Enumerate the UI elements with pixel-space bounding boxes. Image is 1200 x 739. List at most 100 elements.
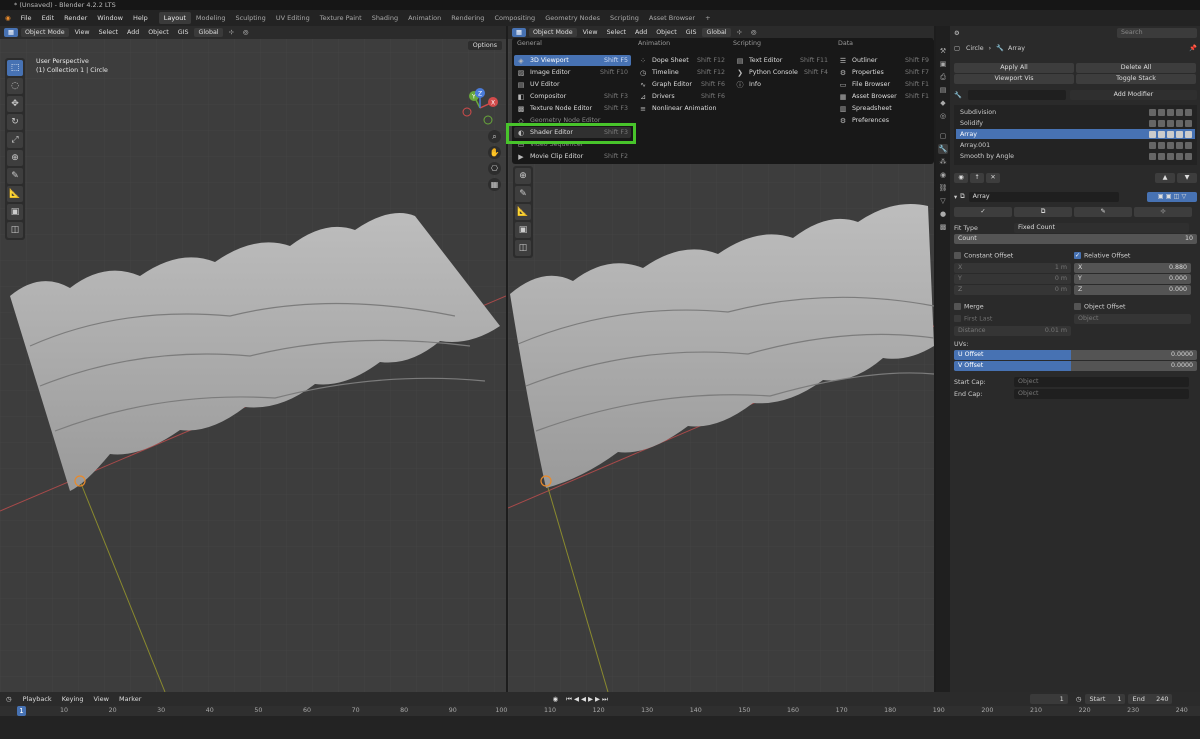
chevron-down-icon[interactable]: ▼ — [1177, 173, 1197, 183]
menu-window[interactable]: Window — [92, 14, 128, 22]
proportional-edit-icon[interactable]: ◎ — [240, 29, 252, 36]
gizmo-x-label[interactable]: X — [491, 100, 495, 107]
extra-options-icon[interactable]: ⊹ — [1134, 207, 1192, 217]
menu-render[interactable]: Render — [59, 14, 92, 22]
list-item[interactable]: Array.001 — [956, 140, 1195, 150]
editor-type-properties-icon[interactable]: ⚙ — [954, 30, 960, 37]
tab-modeling[interactable]: Modeling — [191, 12, 231, 24]
viewport-right-menu-object[interactable]: Object — [653, 29, 680, 36]
relative-offset-z[interactable]: Z 0.000 — [1074, 285, 1191, 295]
current-frame-field[interactable]: 1 — [1029, 694, 1068, 704]
cursor-tool-icon[interactable]: ◌ — [7, 78, 23, 94]
mode-select-right[interactable]: Object Mode — [528, 28, 577, 37]
menu-item-texture-node-editor[interactable]: ▩ Texture Node Editor Shift F3 — [514, 103, 631, 114]
apply-all-button[interactable]: Apply All — [954, 63, 1074, 73]
constraints-tab-icon[interactable]: ⛓ — [938, 183, 948, 193]
render-tab-icon[interactable]: ▣ — [938, 59, 948, 69]
end-frame-field[interactable]: End 240 — [1128, 694, 1173, 704]
relative-offset-x[interactable]: X 0.880 — [1074, 263, 1191, 273]
orientation-select-right[interactable]: Global — [702, 28, 731, 37]
pan-hand-icon[interactable]: ✋ — [488, 146, 501, 159]
proportional-edit-right-icon[interactable]: ◎ — [748, 29, 760, 36]
output-tab-icon[interactable]: ⎙ — [938, 72, 948, 82]
snap-right-icon[interactable]: ⊹ — [734, 29, 745, 36]
constant-offset-z[interactable]: Z0 m — [954, 285, 1071, 295]
viewport-menu-object[interactable]: Object — [145, 29, 172, 36]
chevron-up-icon[interactable]: ▲ — [1155, 173, 1175, 183]
menu-item-drivers[interactable]: ⊿ Drivers Shift F6 — [636, 91, 728, 102]
menu-item-properties[interactable]: ⚙ Properties Shift F7 — [836, 67, 932, 78]
view-layer-tab-icon[interactable]: ▤ — [938, 85, 948, 95]
editor-type-button-right[interactable]: ▦ — [512, 28, 526, 37]
count-field[interactable]: Count 10 — [954, 234, 1197, 244]
tab-uv-editing[interactable]: UV Editing — [271, 12, 315, 24]
menu-item-file-browser[interactable]: ▭ File Browser Shift F1 — [836, 79, 932, 90]
end-cap-field[interactable]: Object — [1014, 389, 1189, 399]
zoom-icon[interactable]: ⌕ — [488, 130, 501, 143]
viewport-menu-add[interactable]: Add — [124, 29, 142, 36]
menu-item-movie-clip-editor[interactable]: ▶ Movie Clip Editor Shift F2 — [514, 151, 631, 162]
playback-controls-icon[interactable]: ⏮◀◀▶▶⏭ — [566, 695, 610, 704]
offset-object-field[interactable]: Object — [1074, 314, 1191, 324]
menu-item-python-console[interactable]: ❯ Python Console Shift F4 — [733, 67, 831, 78]
gis-menu[interactable]: GIS — [175, 29, 192, 36]
pin-modifier-icon[interactable]: ✎ — [1074, 207, 1132, 217]
merge-checkbox[interactable] — [954, 303, 961, 311]
menu-item-video-sequencer[interactable]: ▭ Video Sequencer — [514, 139, 631, 150]
transform-tool-icon[interactable]: ⊕ — [7, 150, 23, 166]
viewport-left[interactable]: ▦ Object Mode View Select Add Object GIS… — [0, 26, 506, 692]
menu-item-spreadsheet[interactable]: ▥ Spreadsheet — [836, 103, 932, 114]
move-tool-icon[interactable]: ✥ — [7, 96, 23, 112]
properties-search-input[interactable]: Search — [1117, 28, 1197, 38]
constant-offset-y[interactable]: Y0 m — [954, 274, 1071, 284]
tab-rendering[interactable]: Rendering — [446, 12, 489, 24]
tab-compositing[interactable]: Compositing — [489, 12, 540, 24]
menu-item-timeline[interactable]: ◷ Timeline Shift F12 — [636, 67, 728, 78]
tab-texture-paint[interactable]: Texture Paint — [315, 12, 367, 24]
menu-item-uv-editor[interactable]: ▤ UV Editor — [514, 79, 631, 90]
eye-icon[interactable]: ◉ — [954, 173, 968, 183]
start-frame-field[interactable]: Start 1 — [1085, 694, 1126, 704]
add-mesh-tool-icon[interactable]: ◫ — [7, 222, 23, 238]
menu-item-shader-editor[interactable]: ◐ Shader Editor Shift F3 — [514, 127, 631, 138]
tab-scripting[interactable]: Scripting — [605, 12, 644, 24]
scene-tab-icon[interactable]: ◆ — [938, 98, 948, 108]
menu-edit[interactable]: Edit — [37, 14, 60, 22]
add-mesh-tool-right-icon[interactable]: ◫ — [515, 240, 531, 256]
constant-offset-x[interactable]: X1 m — [954, 263, 1071, 273]
menu-help[interactable]: Help — [128, 14, 153, 22]
current-frame-indicator[interactable]: 1 — [17, 706, 26, 716]
start-cap-field[interactable]: Object — [1014, 377, 1189, 387]
orientation-select[interactable]: Global — [194, 28, 223, 37]
texture-tab-icon[interactable]: ▩ — [938, 222, 948, 232]
timeline-menu-view[interactable]: View — [89, 695, 114, 703]
menu-item-compositor[interactable]: ◧ Compositor Shift F3 — [514, 91, 631, 102]
relative-offset-y[interactable]: Y 0.000 — [1074, 274, 1191, 284]
add-cube-tool-icon[interactable]: ▣ — [7, 204, 23, 220]
viewport-menu-view[interactable]: View — [72, 29, 93, 36]
gizmo-z-label[interactable]: Z — [478, 91, 482, 98]
snap-icon[interactable]: ⊹ — [226, 29, 237, 36]
collapse-arrow-icon[interactable]: ▾ — [954, 194, 957, 201]
relative-offset-checkbox[interactable]: ✓ — [1074, 252, 1081, 260]
object-tab-icon[interactable]: ▢ — [938, 131, 948, 141]
delete-all-button[interactable]: Delete All — [1076, 63, 1196, 73]
menu-item-info[interactable]: ⓘ Info — [733, 79, 831, 90]
menu-item-graph-editor[interactable]: ∿ Graph Editor Shift F6 — [636, 79, 728, 90]
annotate-tool-right-icon[interactable]: ✎ — [515, 186, 531, 202]
camera-view-icon[interactable]: ⎔ — [488, 162, 501, 175]
list-item[interactable]: Smooth by Angle — [956, 151, 1195, 161]
first-last-checkbox[interactable] — [954, 315, 961, 323]
menu-item-dope-sheet[interactable]: ⁘ Dope Sheet Shift F12 — [636, 55, 728, 66]
menu-file[interactable]: File — [16, 14, 37, 22]
particles-tab-icon[interactable]: ⁂ — [938, 157, 948, 167]
merge-distance-field[interactable]: Distance 0.01 m — [954, 326, 1071, 336]
tab-sculpting[interactable]: Sculpting — [230, 12, 270, 24]
tab-geometry-nodes[interactable]: Geometry Nodes — [540, 12, 605, 24]
menu-item-preferences[interactable]: ⚙ Preferences — [836, 115, 932, 126]
menu-item-3d-viewport[interactable]: ◈ 3D Viewport Shift F5 — [514, 55, 631, 66]
timeline-menu-marker[interactable]: Marker — [114, 695, 146, 703]
timeline-menu-playback[interactable]: Playback — [18, 695, 57, 703]
tab-shading[interactable]: Shading — [367, 12, 403, 24]
modifier-visibility-toggles[interactable]: ▣ ▣ ◫ ▽ — [1147, 192, 1197, 202]
